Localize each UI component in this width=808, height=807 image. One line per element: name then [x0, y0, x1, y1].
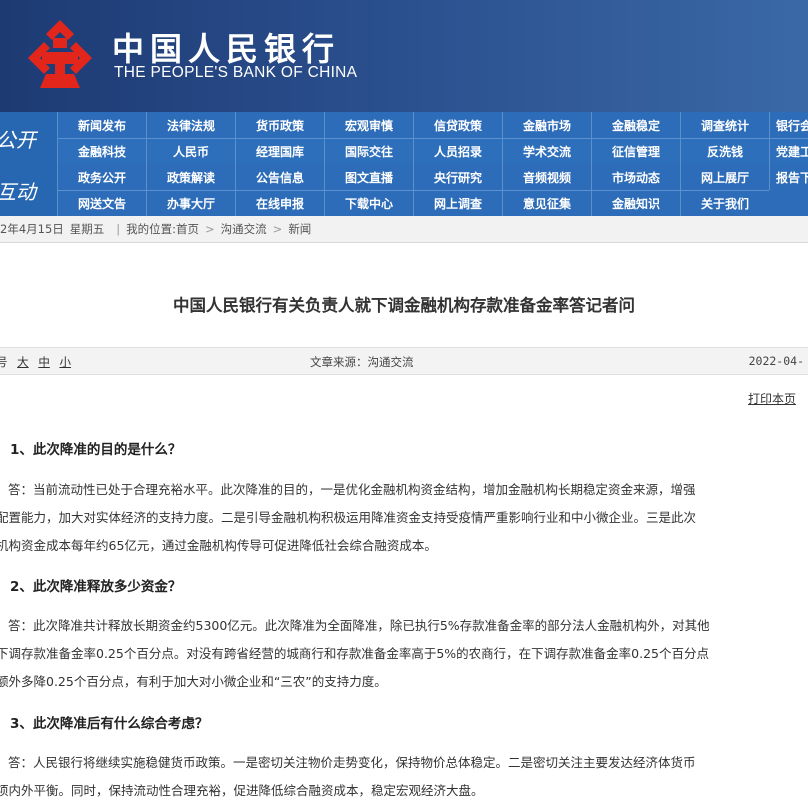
article-date: 2022-04-: [748, 354, 804, 368]
nav-item[interactable]: 金融知识: [591, 190, 680, 216]
nav-item[interactable]: 信贷政策: [413, 112, 502, 138]
answer-line: 额外多降0.25个百分点，有利于加大对小微企业和“三农”的支持力度。: [0, 674, 387, 689]
answer-3: 答：人民银行将继续实施稳健货币政策。一是密切关注物价走势变化，保持物价总体稳定。…: [0, 749, 808, 805]
nav-item[interactable]: 宏观审慎: [324, 112, 413, 138]
nav-item[interactable]: 关于我们: [680, 190, 769, 216]
nav-open: 公开 新闻发布 法律法规 货币政策 宏观审慎 信贷政策 金融市场 金融稳定 调查…: [0, 112, 808, 164]
nav-item[interactable]: 下载中心: [324, 190, 413, 216]
breadcrumb: 2年4月15日 星期五 | 我的位置: 首页 > 沟通交流 > 新闻: [0, 216, 808, 243]
nav-item[interactable]: 金融市场: [502, 112, 591, 138]
nav-item[interactable]: 图文直播: [324, 164, 413, 190]
answer-line: 配置能力，加大对实体经济的支持力度。二是引导金融机构积极运用降准资金支持受疫情严…: [0, 510, 697, 525]
article-meta-bar: 号 大 中 小 文章来源：沟通交流 2022-04-: [0, 347, 808, 375]
nav-item[interactable]: 市场动态: [591, 164, 680, 190]
answer-line: 项内外平衡。同时，保持流动性合理充裕，促进降低综合融资成本，稳定宏观经济大盘。: [0, 783, 484, 798]
nav-item[interactable]: 经理国库: [235, 138, 324, 164]
nav-item[interactable]: 金融稳定: [591, 112, 680, 138]
breadcrumb-news[interactable]: 新闻: [288, 221, 311, 237]
answer-line: 答：当前流动性已处于合理充裕水平。此次降准的目的，一是优化金融机构资金结构，增加…: [8, 482, 696, 497]
nav-item[interactable]: 政策解读: [146, 164, 235, 190]
font-size-small[interactable]: 小: [59, 355, 71, 369]
nav-item[interactable]: 央行研究: [413, 164, 502, 190]
print-page-link[interactable]: 打印本页: [748, 390, 796, 407]
question-1: 1、此次降准的目的是什么？: [10, 442, 182, 458]
question-3: 3、此次降准后有什么综合考虑？: [10, 716, 209, 732]
nav-item[interactable]: 人员招录: [413, 138, 502, 164]
nav-item[interactable]: 在线申报: [235, 190, 324, 216]
nav-item[interactable]: 报告下: [769, 164, 808, 190]
nav-tag-interact: 互动: [0, 164, 57, 216]
separator: |: [116, 222, 121, 236]
nav-item[interactable]: 国际交往: [324, 138, 413, 164]
nav-interact: 互动 政务公开 政策解读 公告信息 图文直播 央行研究 音频视频 市场动态 网上…: [0, 164, 808, 216]
current-weekday: 星期五: [69, 222, 105, 236]
font-size-selector: 号 大 中 小: [0, 354, 77, 370]
location-label: 我的位置:: [126, 222, 177, 236]
separator: >: [272, 222, 283, 236]
nav-item[interactable]: 货币政策: [235, 112, 324, 138]
answer-line: 答：此次降准共计释放长期资金约5300亿元。此次降准为全面降准，除已执行5%存款…: [8, 618, 710, 633]
nav-item[interactable]: 党建工: [769, 138, 808, 164]
nav-item[interactable]: 政务公开: [57, 164, 146, 190]
nav-item[interactable]: 征信管理: [591, 138, 680, 164]
font-size-label: 号: [0, 355, 8, 369]
nav-item[interactable]: 金融科技: [57, 138, 146, 164]
nav-item[interactable]: 新闻发布: [57, 112, 146, 138]
answer-line: 机构资金成本每年约65亿元，通过金融机构传导可促进降低社会综合融资成本。: [0, 538, 437, 553]
nav-item[interactable]: 网上展厅: [680, 164, 769, 190]
separator: >: [205, 222, 215, 236]
breadcrumb-home[interactable]: 首页: [176, 221, 199, 237]
nav-item[interactable]: 法律法规: [146, 112, 235, 138]
nav-item[interactable]: 人民币: [146, 138, 235, 164]
answer-line: 答：人民银行将继续实施稳健货币政策。一是密切关注物价走势变化，保持物价总体稳定。…: [8, 755, 696, 770]
current-date: 2年4月15日: [0, 222, 64, 236]
font-size-medium[interactable]: 中: [38, 355, 50, 369]
nav-item[interactable]: 调查统计: [680, 112, 769, 138]
brand-name-en: THE PEOPLE'S BANK OF CHINA: [114, 64, 358, 81]
article-source: 文章来源：沟通交流: [310, 355, 414, 369]
nav-item[interactable]: 网上调查: [413, 190, 502, 216]
article-title: 中国人民银行有关负责人就下调金融机构存款准备金率答记者问: [173, 296, 635, 315]
pboc-logo-icon[interactable]: [22, 18, 98, 90]
question-2: 2、此次降准释放多少资金？: [10, 579, 182, 595]
nav-item[interactable]: 办事大厅: [146, 190, 235, 216]
nav-item[interactable]: 银行会: [769, 112, 808, 138]
nav-item[interactable]: 意见征集: [502, 190, 591, 216]
nav-item[interactable]: 反洗钱: [680, 138, 769, 164]
answer-1: 答：当前流动性已处于合理充裕水平。此次降准的目的，一是优化金融机构资金结构，增加…: [0, 476, 808, 560]
nav-item[interactable]: 公告信息: [235, 164, 324, 190]
nav-item[interactable]: 音频视频: [502, 164, 591, 190]
nav-item[interactable]: 学术交流: [502, 138, 591, 164]
font-size-large[interactable]: 大: [17, 355, 29, 369]
answer-2: 答：此次降准共计释放长期资金约5300亿元。此次降准为全面降准，除已执行5%存款…: [0, 612, 808, 696]
nav-tag-open: 公开: [0, 112, 57, 164]
answer-line: 下调存款准备金率0.25个百分点。对没有跨省经营的城商行和存款准备金率高于5%的…: [0, 646, 709, 661]
site-header: 中国人民银行 THE PEOPLE'S BANK OF CHINA: [0, 0, 808, 112]
nav-item[interactable]: 网送文告: [57, 190, 146, 216]
breadcrumb-communication[interactable]: 沟通交流: [221, 221, 267, 237]
